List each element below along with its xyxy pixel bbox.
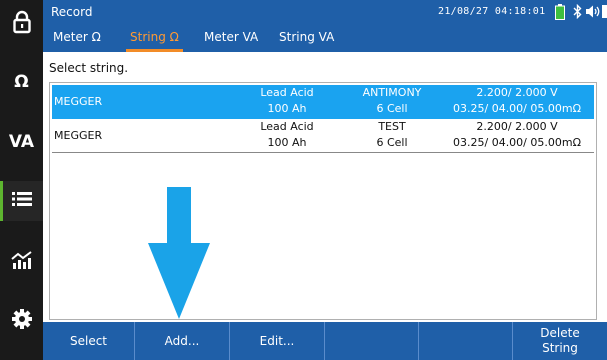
table-row[interactable]: MEGGER Lead Acid 100 Ah ANTIMONY 6 Cell … <box>52 85 594 119</box>
select-button[interactable]: Select <box>43 322 135 360</box>
string-list: MEGGER Lead Acid 100 Ah ANTIMONY 6 Cell … <box>49 82 597 320</box>
window-title: Record <box>51 5 93 19</box>
header-bar: Record 21/08/27 04:18:01 Meter Ω String … <box>43 0 607 52</box>
delete-string-button[interactable]: Delete String <box>513 322 607 360</box>
edit-button[interactable]: Edit... <box>230 322 325 360</box>
sidebar-item-settings[interactable] <box>0 301 43 341</box>
delete-string-label-line2: String <box>542 341 578 355</box>
toolbar-blank-button-1[interactable] <box>325 322 419 360</box>
tab-meter-va[interactable]: Meter VA <box>204 24 258 52</box>
battery-type: Lead Acid <box>260 120 314 133</box>
cell-count: 6 Cell <box>376 102 408 115</box>
tab-string-va[interactable]: String VA <box>279 24 334 52</box>
voltage-thresholds: 2.200/ 2.000 V <box>476 86 558 99</box>
resistance-thresholds: 03.25/ 04.00/ 05.00mΩ <box>453 136 581 149</box>
tab-string-ohm[interactable]: String Ω <box>126 24 183 52</box>
battery-capacity: 100 Ah <box>267 136 307 149</box>
string-name: MEGGER <box>54 129 103 142</box>
resistance-thresholds: 03.25/ 04.00/ 05.00mΩ <box>453 102 581 115</box>
battery-capacity: 100 Ah <box>267 102 307 115</box>
voltage-thresholds: 2.200/ 2.000 V <box>476 120 558 133</box>
datetime-readout: 21/08/27 04:18:01 <box>438 6 546 17</box>
battery-icon <box>555 4 565 24</box>
screen: Ω VA Record 21/08/27 04:18:01 Meter Ω St… <box>0 0 607 360</box>
string-name: MEGGER <box>54 95 103 108</box>
add-button[interactable]: Add... <box>135 322 230 360</box>
chart-icon <box>10 250 33 274</box>
cell-count: 6 Cell <box>376 136 408 149</box>
sidebar-item-list[interactable] <box>0 181 43 221</box>
lock-icon <box>12 10 32 38</box>
sidebar-item-ohm-label: Ω <box>14 72 29 92</box>
sidebar-item-va[interactable]: VA <box>0 122 43 162</box>
sidebar-item-va-label: VA <box>8 132 35 152</box>
bluetooth-icon <box>573 3 582 23</box>
row-divider <box>52 152 594 153</box>
tab-bar: Meter Ω String Ω Meter VA String VA <box>43 24 607 52</box>
toolbar-blank-button-2[interactable] <box>419 322 513 360</box>
speaker-icon <box>585 4 601 23</box>
sidebar: Ω VA <box>0 0 43 360</box>
gear-icon <box>11 308 33 334</box>
bottom-toolbar: Select Add... Edit... Delete String <box>43 322 607 360</box>
down-arrow-icon <box>148 187 210 319</box>
sidebar-item-chart[interactable] <box>0 242 43 282</box>
battery-alloy: TEST <box>378 120 406 133</box>
sidebar-item-lock[interactable] <box>0 4 43 44</box>
battery-level-icon <box>602 4 607 23</box>
battery-alloy: ANTIMONY <box>362 86 422 99</box>
sidebar-item-ohm[interactable]: Ω <box>0 62 43 102</box>
delete-string-label-line1: Delete <box>540 326 580 340</box>
battery-type: Lead Acid <box>260 86 314 99</box>
tab-meter-ohm[interactable]: Meter Ω <box>53 24 101 52</box>
select-string-prompt: Select string. <box>49 61 129 75</box>
table-row[interactable]: MEGGER Lead Acid 100 Ah TEST 6 Cell 2.20… <box>52 119 594 153</box>
list-icon <box>11 190 33 212</box>
